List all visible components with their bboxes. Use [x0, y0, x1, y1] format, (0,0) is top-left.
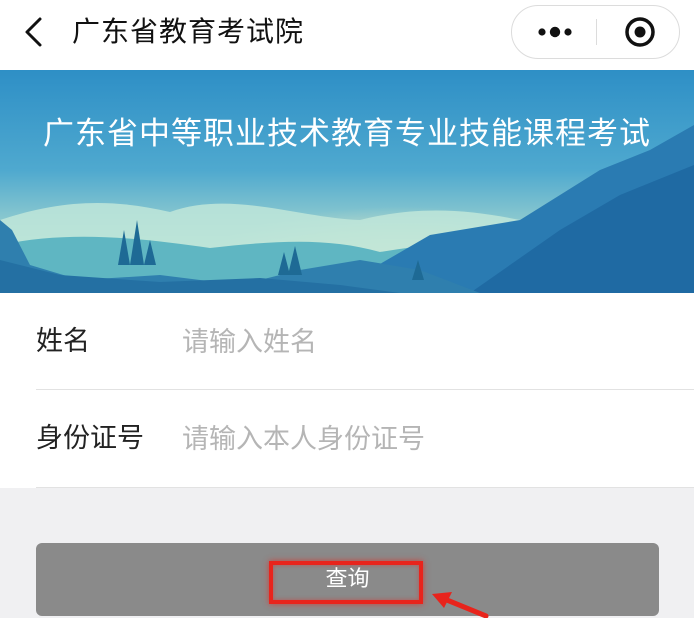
capsule-menu [511, 5, 680, 59]
mountain-landscape-illustration [0, 70, 694, 293]
query-form: 姓名 身份证号 [0, 293, 694, 488]
banner-title: 广东省中等职业技术教育专业技能课程考试 [43, 116, 651, 152]
more-dots-icon [538, 26, 572, 38]
id-number-input[interactable] [182, 416, 662, 462]
name-row: 姓名 [0, 293, 694, 390]
chevron-left-icon [25, 17, 42, 47]
more-button[interactable] [512, 6, 596, 58]
mini-program-page: 广东省教育考试院 广东省中等职业技术教育专业技能课程考试 姓名 请输入姓名 身份… [0, 0, 694, 618]
annotation-arrow-icon [432, 592, 489, 618]
close-mini-program-button[interactable] [597, 6, 679, 58]
target-close-icon [625, 17, 655, 47]
id-number-row: 身份证号 [0, 390, 694, 487]
id-number-label: 身份证号 [36, 423, 144, 454]
back-button[interactable] [18, 14, 54, 50]
name-label: 姓名 [36, 326, 90, 357]
name-input[interactable] [182, 319, 662, 365]
highlight-annotation-box [269, 561, 423, 604]
header-banner: 广东省中等职业技术教育专业技能课程考试 [0, 70, 694, 293]
page-title: 广东省教育考试院 [72, 15, 305, 48]
navigation-bar: 广东省教育考试院 [0, 0, 694, 70]
